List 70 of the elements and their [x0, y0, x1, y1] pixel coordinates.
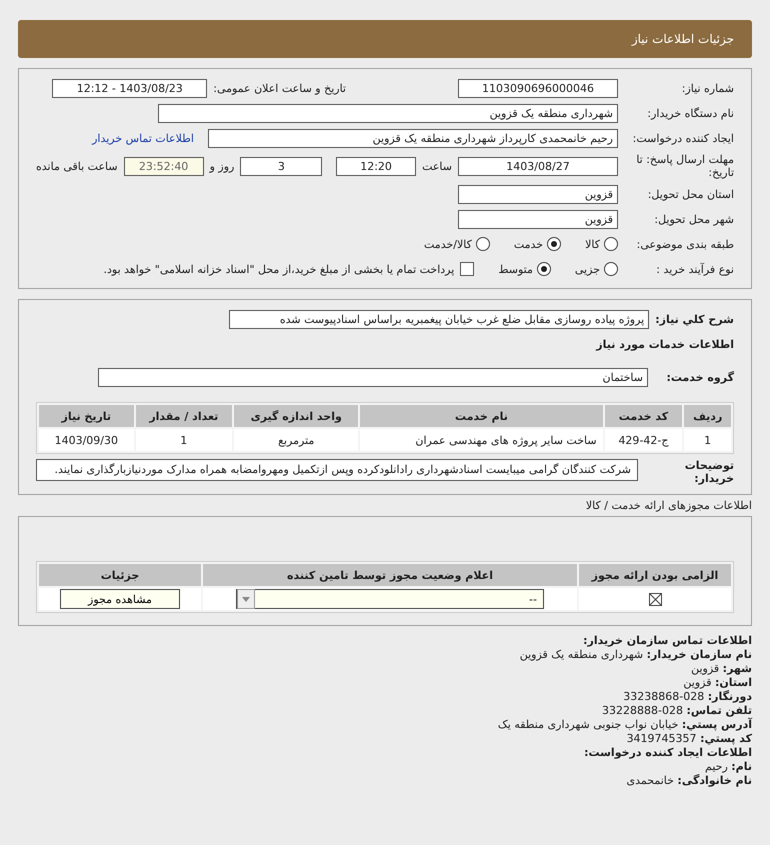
field-label: ساعت باقی مانده — [36, 160, 118, 172]
contact-line: نام خانوادگی: خانمحمدی — [626, 774, 752, 788]
option-label: کالا — [585, 238, 600, 250]
column-header: اعلام وضعیت مجوز توسط تامین کننده — [203, 564, 577, 586]
text-field[interactable]: رحیم خانمحمدی کارپرداز شهرداری منطقه یک قزوین — [208, 128, 618, 148]
field-label: نوع فرآیند خرید : — [655, 262, 734, 276]
text-field[interactable]: 1403/08/27 — [458, 156, 618, 176]
field-label: ساعت — [422, 160, 452, 172]
field-label: نام دستگاه خریدار: — [646, 106, 734, 120]
column-header: واحد اندازه گیری — [234, 405, 358, 427]
column-header: تعداد / مقدار — [136, 405, 232, 427]
field-label: گروه خدمت: — [665, 370, 734, 384]
contact-heading: اطلاعات ایجاد کننده درخواست: — [584, 746, 752, 760]
buyer-contact-link[interactable]: اطلاعات تماس خریدار — [92, 132, 194, 144]
text-field[interactable]: 12:20 — [336, 156, 416, 176]
field-label: استان محل تحویل: — [646, 188, 734, 200]
table-cell: مترمربع — [234, 429, 358, 451]
text-field[interactable]: پروژه پیاده روسازی مقابل ضلع غرب خیابان پیغمبریه براساس اسنادپیوست شده — [229, 310, 650, 328]
text-field[interactable]: 1103090696000046 — [458, 78, 618, 98]
section-title: اطلاعات مجوزهای ارائه خدمت / کالا — [584, 499, 752, 512]
field-label: توضیحات خریدار: — [684, 459, 734, 485]
option-label: جزیی — [574, 262, 600, 276]
table-cell: ج-42-429 — [604, 429, 682, 451]
radio-button[interactable] — [536, 262, 551, 276]
field-label: شرح کلي نياز: — [655, 312, 734, 326]
column-header: الزامی بودن ارائه مجوز — [579, 564, 731, 586]
option-label: خدمت — [514, 238, 544, 250]
table-cell: 1403/09/30 — [39, 429, 134, 451]
view-permit-button[interactable]: مشاهده مجوز — [60, 589, 180, 609]
field-label: روز و — [210, 160, 234, 172]
contact-line: استان: قزوین — [683, 676, 752, 690]
text-field[interactable]: شهرداری منطقه یک قزوین — [158, 104, 618, 122]
column-header: کد خدمت — [604, 405, 682, 427]
table-cell: 1 — [684, 429, 731, 451]
text-field[interactable]: 23:52:40 — [124, 156, 204, 176]
field-label: شهر محل تحویل: — [653, 212, 734, 226]
contact-line: نام سازمان خریدار: شهرداری منطقه یک قزوین — [520, 648, 752, 662]
text-field[interactable]: 1403/08/23 - 12:12 — [52, 78, 208, 98]
table-cell: 1 — [136, 429, 232, 451]
option-label: کالا/خدمت — [424, 238, 472, 250]
field-label: مهلت ارسال پاسخ: تا تاریخ: — [635, 153, 734, 179]
checkbox[interactable] — [460, 262, 474, 276]
column-header: تاریخ نیاز — [39, 405, 134, 427]
radio-button[interactable] — [604, 262, 618, 276]
contact-heading: اطلاعات تماس سازمان خریدار: — [583, 634, 752, 648]
radio-button[interactable] — [604, 237, 618, 251]
text-field[interactable]: قزوین — [458, 210, 618, 228]
field-label: تاریخ و ساعت اعلان عمومی: — [213, 82, 346, 94]
field-label: ایجاد کننده درخواست: — [632, 132, 734, 144]
text-field[interactable]: قزوین — [458, 184, 618, 204]
field-label: طبقه بندی موضوعی: — [636, 238, 734, 250]
option-label: متوسط — [498, 262, 533, 276]
text-field[interactable]: 3 — [240, 156, 322, 176]
status-dropdown[interactable]: -- — [236, 589, 544, 609]
radio-button[interactable] — [547, 237, 562, 251]
contact-line: آدرس پستي: خیابان نواب جنوبی شهرداری منطقه یک — [498, 718, 752, 732]
page-title: جزئیات اطلاعات نیاز — [632, 32, 734, 46]
contact-line: نام: رحیم — [705, 760, 752, 774]
column-header: جزئیات — [39, 564, 201, 586]
caret-icon — [242, 596, 250, 602]
column-header: نام خدمت — [360, 405, 603, 427]
field-label: شماره نیاز: — [680, 82, 734, 94]
radio-button[interactable] — [476, 237, 490, 251]
contact-line: شهر: قزوین — [691, 662, 752, 676]
text-field[interactable]: ساختمان — [98, 368, 648, 386]
column-header: ردیف — [684, 405, 731, 427]
section-title: اطلاعات خدمات مورد نیاز — [596, 338, 734, 350]
notes-box: شرکت کنندگان گرامی میبایست اسنادشهرداری رادانلودکرده وپس ازتکمیل ومهروامضابه همراه مدارک موردنیازبارگذاری نمایند. — [36, 459, 638, 482]
option-label: پرداخت تمام یا بخشی از مبلغ خرید،از محل "اسناد خزانه اسلامی" خواهد بود. — [104, 262, 454, 276]
table-cell: ساخت سایر پروژه های مهندسی عمران — [360, 429, 603, 451]
